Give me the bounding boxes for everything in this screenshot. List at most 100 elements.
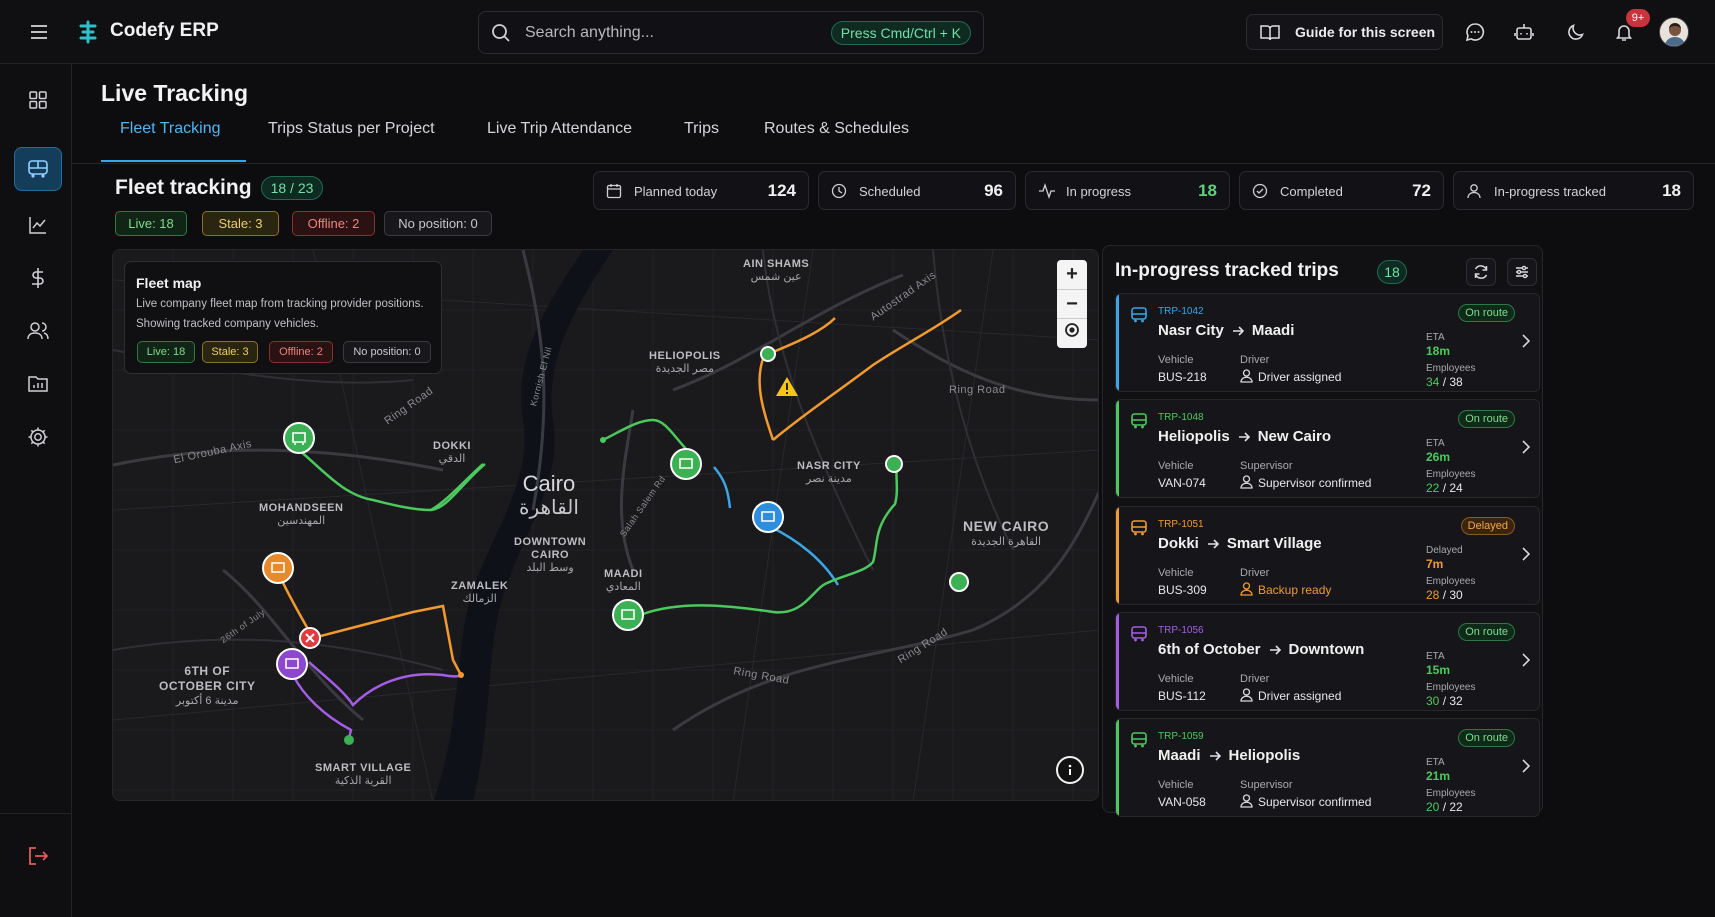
chip-no-position[interactable]: No position: 0: [384, 211, 492, 236]
arrow-right-icon: [1209, 748, 1221, 765]
eta-value: 21m: [1426, 769, 1451, 783]
fleet-map[interactable]: AIN SHAMS عين شمس HELIOPOLIS مصر الجديدة D…: [112, 249, 1099, 801]
trip-id: TRP-1056: [1158, 625, 1204, 636]
vehicle-value: BUS-218: [1158, 370, 1207, 384]
bus-icon: [1130, 625, 1148, 648]
chevron-right-icon[interactable]: [1521, 334, 1531, 353]
trip-card-trp-1056[interactable]: TRP-1056 6th of October Downtown Vehicle …: [1115, 612, 1540, 711]
vehicle-label: Vehicle: [1158, 779, 1194, 791]
activity-icon: [1038, 182, 1056, 204]
sidebar-item-dashboard[interactable]: [14, 78, 62, 122]
sidebar: [0, 64, 72, 917]
clock-icon: [831, 183, 847, 204]
tab-trips-status-per-project[interactable]: Trips Status per Project: [268, 120, 435, 138]
map-card-title: Fleet map: [136, 275, 202, 291]
stat-label: Scheduled: [859, 184, 921, 199]
eta-label: ETA: [1426, 332, 1445, 343]
stat-value: 96: [984, 181, 1003, 200]
eta-label: ETA: [1426, 438, 1445, 449]
map-label-zamalek: ZAMALEK الزمالك: [451, 580, 509, 605]
chevron-right-icon[interactable]: [1521, 653, 1531, 672]
stat-label: In-progress tracked: [1494, 184, 1606, 199]
settings-icon: [27, 426, 49, 448]
employees-label: Employees: [1426, 788, 1476, 799]
tab-routes-schedules[interactable]: Routes & Schedules: [764, 120, 909, 138]
in-progress-trips-panel: In-progress tracked trips 18 TRP-1042 Na…: [1102, 245, 1543, 817]
top-bar: Codefy ERP Search anything... Press Cmd/…: [0, 0, 1715, 64]
avatar[interactable]: [1659, 17, 1689, 47]
tab-trips[interactable]: Trips: [684, 120, 719, 138]
person-label: Supervisor: [1240, 779, 1293, 791]
trip-card-trp-1051[interactable]: TRP-1051 Dokki Smart Village Vehicle BUS-…: [1115, 506, 1540, 605]
map-chip-stale[interactable]: Stale: 3: [202, 341, 258, 363]
chevron-right-icon[interactable]: [1521, 547, 1531, 566]
map-card-desc: Live company fleet map from tracking pro…: [136, 298, 424, 310]
locate-button[interactable]: [1057, 318, 1087, 347]
vehicle-value: BUS-112: [1158, 689, 1206, 703]
filter-button[interactable]: [1507, 258, 1537, 286]
chevron-right-icon[interactable]: [1521, 759, 1531, 778]
map-chip-offline[interactable]: Offline: 2: [269, 341, 333, 363]
tab-fleet-tracking[interactable]: Fleet Tracking: [120, 120, 220, 138]
trips-count-badge: 18: [1377, 260, 1407, 284]
status-badge: On route: [1458, 304, 1515, 322]
map-chip-live[interactable]: Live: 18: [137, 341, 195, 363]
fleet-map-card: Fleet map Live company fleet map from tr…: [124, 261, 442, 374]
chip-stale[interactable]: Stale: 3: [202, 211, 279, 236]
trip-card-trp-1059[interactable]: TRP-1059 Maadi Heliopolis Vehicle VAN-058…: [1115, 718, 1540, 817]
trip-route: 6th of October Downtown: [1158, 641, 1365, 658]
notification-badge: 9+: [1626, 9, 1650, 27]
refresh-button[interactable]: [1466, 258, 1496, 286]
fleet-count-badge: 18 / 23: [261, 176, 323, 200]
trip-card-trp-1048[interactable]: TRP-1048 Heliopolis New Cairo Vehicle VAN…: [1115, 399, 1540, 498]
person-value: Driver assigned: [1258, 689, 1342, 703]
trip-card-trp-1042[interactable]: TRP-1042 Nasr City Maadi Vehicle BUS-218 …: [1115, 293, 1540, 392]
stat-value: 72: [1412, 181, 1431, 200]
bus-icon: [1130, 519, 1148, 542]
chip-live[interactable]: Live: 18: [115, 211, 187, 236]
sidebar-item-logout[interactable]: [14, 834, 62, 878]
status-badge: On route: [1458, 623, 1515, 641]
sidebar-item-analytics[interactable]: [14, 203, 62, 247]
eta-value: 15m: [1426, 663, 1451, 677]
employees-value: 34 / 38: [1426, 375, 1463, 389]
guide-button[interactable]: Guide for this screen: [1246, 14, 1443, 50]
menu-icon[interactable]: [26, 20, 52, 44]
page-title: Live Tracking: [101, 80, 249, 106]
search-input[interactable]: Search anything...: [525, 24, 654, 42]
map-label-downtown: DOWNTOWN CAIRO وسط البلد: [514, 536, 587, 574]
map-info-button[interactable]: [1056, 756, 1084, 784]
locate-icon: [1063, 321, 1081, 345]
search-bar[interactable]: Search anything... Press Cmd/Ctrl + K: [478, 11, 984, 54]
brand-name: Codefy ERP: [110, 20, 219, 41]
trips-panel-title: In-progress tracked trips: [1115, 260, 1339, 281]
person-label: Driver: [1240, 354, 1270, 366]
dashboard-icon: [28, 90, 48, 110]
sidebar-item-live-tracking[interactable]: [14, 147, 62, 191]
zoom-out-button[interactable]: −: [1057, 289, 1087, 318]
user-icon: [1240, 369, 1253, 388]
eta-value: 7m: [1426, 557, 1444, 571]
main-content: Live Tracking Fleet Tracking Trips Statu…: [72, 64, 1715, 917]
map-chip-no-position[interactable]: No position: 0: [343, 341, 431, 363]
robot-icon[interactable]: [1512, 20, 1536, 44]
user-icon: [1240, 475, 1253, 494]
employees-value: 30 / 32: [1426, 694, 1463, 708]
chat-icon[interactable]: [1463, 20, 1487, 44]
moon-icon[interactable]: [1564, 20, 1588, 44]
chip-offline[interactable]: Offline: 2: [292, 211, 375, 236]
dollar-icon: [30, 267, 46, 289]
sidebar-item-finance[interactable]: [14, 256, 62, 300]
tab-live-trip-attendance[interactable]: Live Trip Attendance: [487, 120, 632, 138]
sidebar-item-reports[interactable]: [14, 362, 62, 406]
chevron-right-icon[interactable]: [1521, 440, 1531, 459]
map-label-cairo: Cairo القاهرة: [519, 471, 579, 520]
stat-label: Planned today: [634, 184, 718, 199]
user-icon: [1240, 582, 1253, 601]
sidebar-item-settings[interactable]: [14, 415, 62, 459]
zoom-controls: + −: [1057, 260, 1087, 348]
zoom-in-button[interactable]: +: [1057, 260, 1087, 289]
trip-route: Heliopolis New Cairo: [1158, 428, 1332, 445]
bus-icon: [1130, 731, 1148, 754]
sidebar-item-users[interactable]: [14, 309, 62, 353]
